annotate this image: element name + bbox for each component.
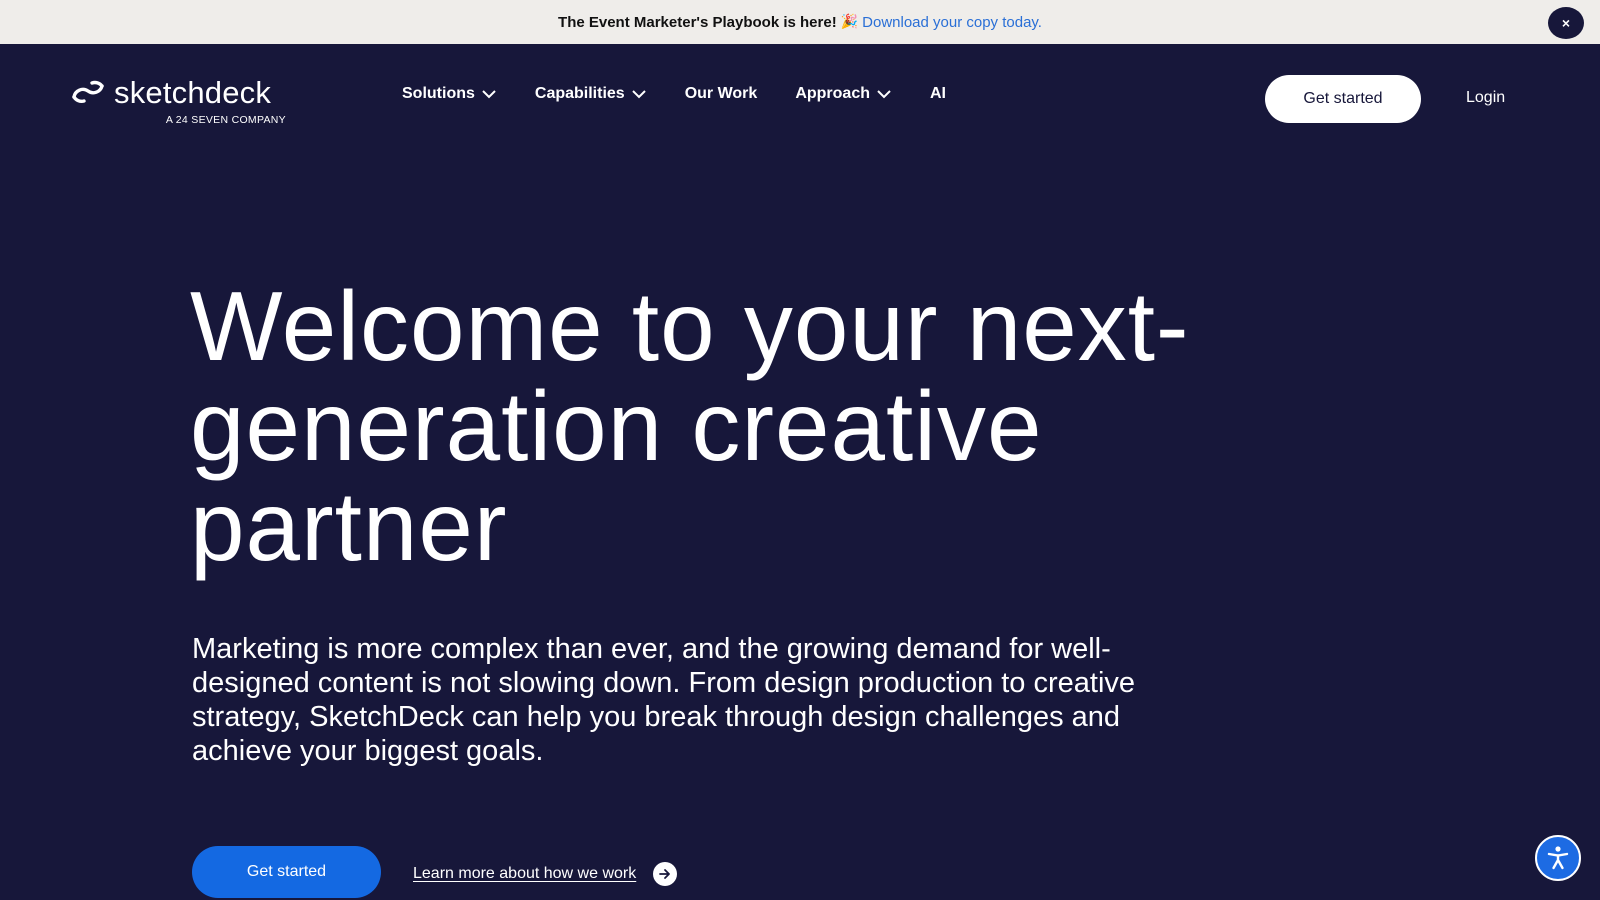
nav-item-label: Solutions <box>402 85 475 102</box>
sketchdeck-logo-icon <box>72 80 104 103</box>
nav-item-approach[interactable]: Approach <box>795 85 892 103</box>
announcement-download-link[interactable]: Download your copy today. <box>862 14 1042 31</box>
nav-item-our-work[interactable]: Our Work <box>685 85 758 103</box>
nav-item-ai[interactable]: AI <box>930 85 946 103</box>
login-link[interactable]: Login <box>1466 89 1505 107</box>
logo-wordmark: sketchdeck <box>114 75 272 110</box>
nav-item-solutions[interactable]: Solutions <box>402 85 497 103</box>
close-icon[interactable]: × <box>1548 7 1584 39</box>
learn-more-label: Learn more about how we work <box>413 865 637 882</box>
main-nav: Solutions Capabilities Our Work Approach… <box>402 85 984 103</box>
chevron-down-icon <box>482 90 496 99</box>
site-header: sketchdeck A 24 SEVEN COMPANY Solutions … <box>0 44 1600 156</box>
nav-item-label: AI <box>929 85 946 102</box>
accessibility-icon <box>1547 846 1569 870</box>
hero-description: Marketing is more complex than ever, and… <box>192 633 1136 767</box>
chevron-down-icon <box>631 90 646 99</box>
learn-more-link[interactable]: Learn more about how we work <box>413 862 678 886</box>
accessibility-button[interactable] <box>1535 835 1581 881</box>
nav-item-capabilities[interactable]: Capabilities <box>535 85 647 103</box>
nav-item-label: Our Work <box>684 85 758 102</box>
hero-title: Welcome to your next-generation creative… <box>190 271 1190 581</box>
logo-subtitle: A 24 SEVEN COMPANY <box>165 114 286 126</box>
party-popper-icon: 🎉 <box>840 14 859 30</box>
logo[interactable]: sketchdeck A 24 SEVEN COMPANY <box>70 75 290 129</box>
get-started-button[interactable]: Get started <box>1265 75 1421 123</box>
chevron-down-icon <box>877 90 891 99</box>
nav-item-label: Capabilities <box>534 85 625 102</box>
hero-get-started-button[interactable]: Get started <box>192 846 381 898</box>
arrow-right-icon <box>653 862 678 886</box>
announcement-text: The Event Marketer's Playbook is here! <box>558 13 837 31</box>
announcement-bar: The Event Marketer's Playbook is here! 🎉… <box>0 0 1600 44</box>
nav-item-label: Approach <box>795 85 870 102</box>
